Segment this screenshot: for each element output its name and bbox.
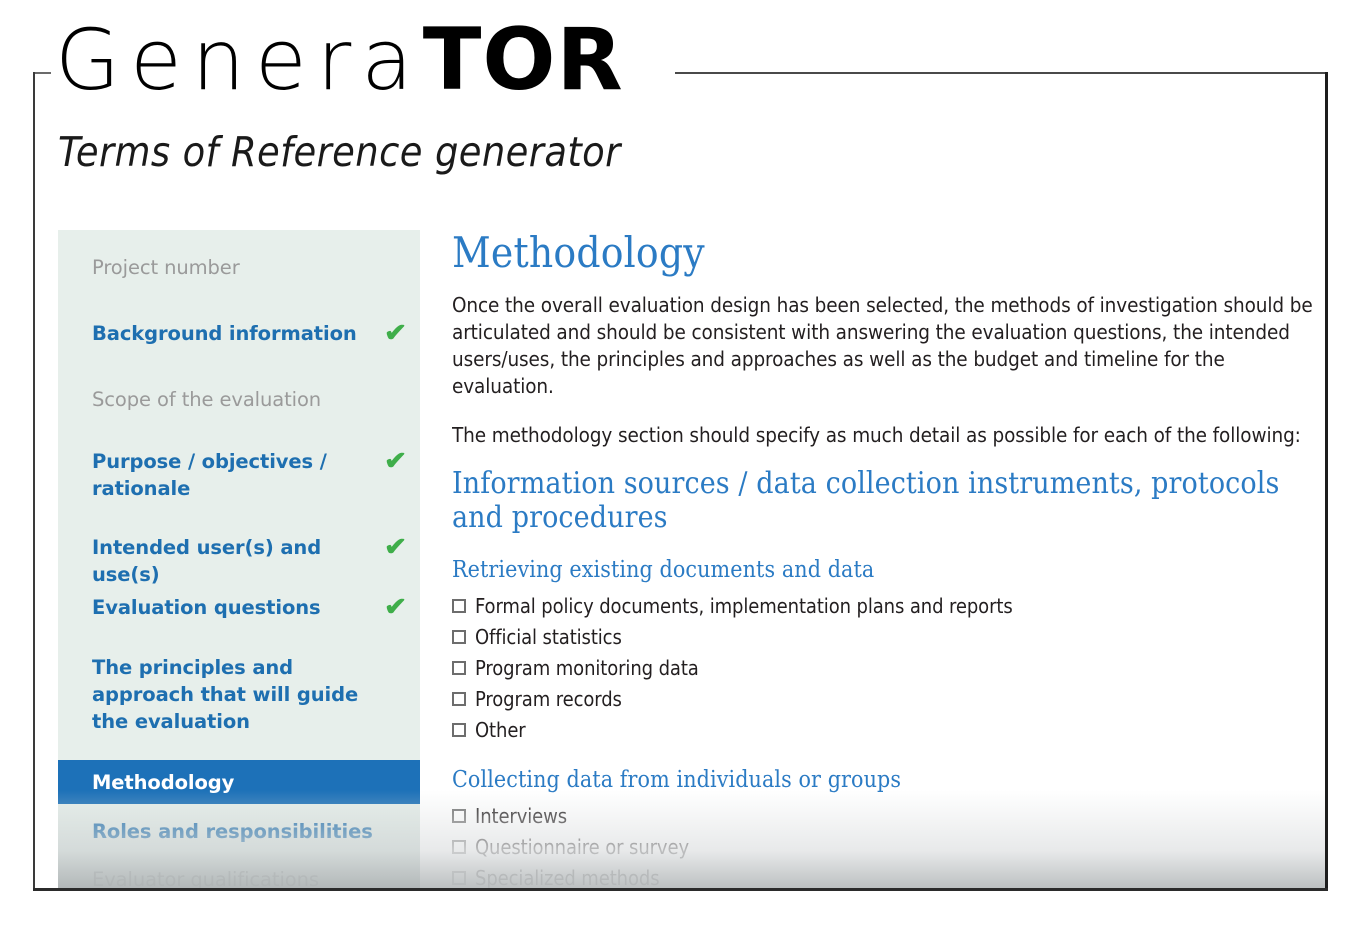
checkbox-label: Program monitoring data — [475, 655, 699, 680]
check-icon: ✔ — [383, 533, 408, 561]
sidebar-item-roles-and-responsibilities[interactable]: Roles and responsibilities✔ — [58, 818, 420, 852]
app-logo: GeneraTOR — [55, 4, 636, 116]
check-icon: ✔ — [383, 593, 408, 621]
intro-paragraph-2: The methodology section should specify a… — [452, 423, 1301, 447]
checkbox-label: Formal policy documents, implementation … — [475, 593, 1013, 618]
checkbox-icon[interactable] — [452, 691, 466, 706]
checkbox-row[interactable]: Official statistics — [452, 621, 1321, 652]
checkbox-group: Collecting data from individuals or grou… — [452, 767, 1321, 888]
sidebar-navigation: Project number✔Background information✔Sc… — [58, 230, 420, 888]
sidebar-item-project-number[interactable]: Project number✔ — [58, 254, 420, 288]
page-title: Methodology — [452, 230, 705, 277]
sidebar-item-intended-user-s-and-use-s[interactable]: Intended user(s) and use(s) ✔ — [58, 534, 420, 588]
intro-paragraph-1: Once the overall evaluation design has b… — [452, 293, 1313, 398]
main-content: Methodology Once the overall evaluation … — [452, 230, 1325, 888]
checkbox-icon[interactable] — [452, 722, 466, 737]
checkbox-icon[interactable] — [452, 839, 466, 854]
sidebar-item-label: Project number — [92, 256, 240, 279]
sidebar-item-methodology[interactable]: Methodology✔ — [58, 760, 420, 804]
sidebar-item-the-principles-and-approach-that-will-guide-the-evaluation[interactable]: The principles and approach that will gu… — [58, 654, 420, 742]
frame-border-bottom — [33, 888, 1328, 891]
checkbox-label: Specialized methods — [475, 865, 660, 889]
sidebar-item-label: The principles and approach that will gu… — [92, 656, 359, 733]
check-icon: ✔ — [383, 447, 408, 475]
page-body: Project number✔Background information✔Sc… — [36, 230, 1325, 888]
checkbox-icon[interactable] — [452, 598, 466, 613]
subsection-heading: Collecting data from individuals or grou… — [452, 767, 902, 793]
sidebar-item-label: Scope of the evaluation — [92, 388, 322, 411]
checkbox-row[interactable]: Program records — [452, 683, 1321, 714]
checkbox-label: Interviews — [475, 803, 568, 828]
checkbox-label: Other — [475, 717, 526, 742]
checkbox-row[interactable]: Program monitoring data — [452, 652, 1321, 683]
sidebar-item-evaluation-questions[interactable]: Evaluation questions ✔ — [58, 594, 420, 628]
sidebar-item-label: Evaluation questions — [92, 596, 321, 619]
checkbox-groups: Retrieving existing documents and data Fo… — [452, 557, 1321, 888]
sidebar-item-background-information[interactable]: Background information ✔ — [58, 320, 420, 356]
sidebar-item-purpose-objectives-rationale[interactable]: Purpose / objectives / rationale ✔ — [58, 448, 420, 508]
subsection-heading: Retrieving existing documents and data — [452, 557, 875, 583]
logo-text: GeneraTOR — [55, 10, 624, 110]
content-inner: Methodology Once the overall evaluation … — [452, 230, 1325, 888]
sidebar-item-label: Roles and responsibilities — [92, 820, 373, 843]
sidebar-item-label: Background information — [92, 322, 357, 345]
logo-light-part: Genera — [55, 11, 423, 109]
checkbox-label: Questionnaire or survey — [475, 834, 689, 859]
checkbox-row[interactable]: Other — [452, 714, 1321, 745]
logo-bold-part: TOR — [422, 10, 624, 110]
check-icon: ✔ — [383, 319, 408, 347]
checkbox-group: Retrieving existing documents and data Fo… — [452, 557, 1321, 745]
checkbox-label: Program records — [475, 686, 622, 711]
sidebar-item-evaluator-qualifications[interactable]: Evaluator qualifications✔ — [58, 866, 420, 888]
checkbox-icon[interactable] — [452, 629, 466, 644]
checkbox-row[interactable]: Specialized methods — [452, 862, 1321, 888]
checkbox-row[interactable]: Formal policy documents, implementation … — [452, 590, 1321, 621]
sidebar-item-scope-of-the-evaluation[interactable]: Scope of the evaluation✔ — [58, 386, 420, 420]
sidebar-item-label: Intended user(s) and use(s) — [92, 536, 322, 586]
app-header: GeneraTOR Terms of Reference generator — [0, 0, 1353, 205]
checkbox-label: Official statistics — [475, 624, 622, 649]
section-heading: Information sources / data collection in… — [452, 466, 1280, 535]
checkbox-icon[interactable] — [452, 660, 466, 675]
checkbox-row[interactable]: Interviews — [452, 800, 1321, 831]
checkbox-icon[interactable] — [452, 808, 466, 823]
sidebar-item-label: Methodology — [92, 770, 235, 794]
checkbox-row[interactable]: Questionnaire or survey — [452, 831, 1321, 862]
sidebar-item-label: Evaluator qualifications — [92, 868, 319, 888]
checkbox-icon[interactable] — [452, 870, 466, 885]
app-subtitle: Terms of Reference generator — [58, 128, 621, 176]
sidebar-item-label: Purpose / objectives / rationale — [92, 450, 327, 500]
